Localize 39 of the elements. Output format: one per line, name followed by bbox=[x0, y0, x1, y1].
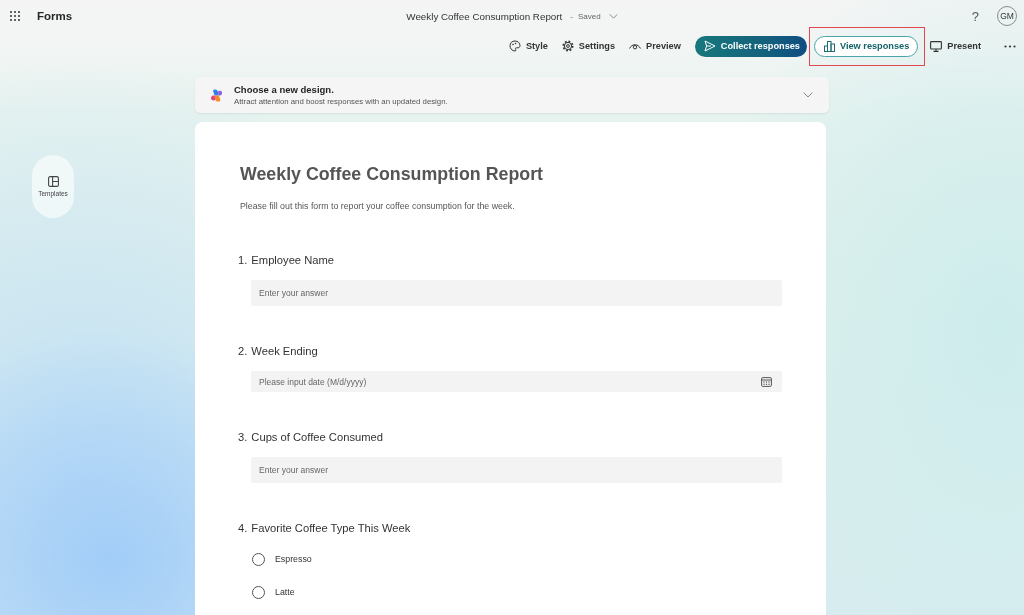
option-label[interactable]: Latte bbox=[275, 587, 295, 597]
logo-icon bbox=[210, 88, 223, 102]
toolbar-button[interactable]: Present bbox=[930, 40, 981, 52]
toolbar-button[interactable]: Style bbox=[508, 40, 548, 52]
calendar-icon[interactable] bbox=[761, 376, 772, 387]
send-icon bbox=[703, 40, 716, 52]
title-separator: - bbox=[570, 11, 573, 21]
question-number: 4. bbox=[238, 522, 248, 534]
app-launcher-icon[interactable] bbox=[10, 11, 20, 21]
help-button[interactable]: ? bbox=[971, 8, 979, 24]
question-number: 2. bbox=[238, 345, 248, 357]
layout-icon bbox=[47, 176, 59, 187]
question-number: 3. bbox=[238, 431, 248, 443]
palette-icon bbox=[508, 40, 521, 52]
question-title: Cups of Coffee Consumed bbox=[251, 431, 383, 443]
gear-icon bbox=[561, 40, 574, 52]
toolbar-button[interactable]: Settings bbox=[561, 40, 616, 52]
banner-title: Choose a new design. bbox=[234, 84, 335, 95]
monitor-icon bbox=[930, 40, 943, 52]
app-name[interactable]: Forms bbox=[37, 10, 73, 22]
more-icon[interactable] bbox=[1004, 44, 1016, 48]
document-title[interactable]: Weekly Coffee Consumption Report bbox=[406, 10, 563, 22]
view-responses-button[interactable]: View responses bbox=[814, 35, 919, 57]
option-label[interactable]: Espresso bbox=[275, 554, 312, 564]
question-title: Employee Name bbox=[251, 254, 335, 266]
form-title: Weekly Coffee Consumption Report bbox=[240, 163, 544, 186]
question-title: Week Ending bbox=[251, 345, 318, 357]
date-field[interactable]: Please input date (M/d/yyyy) bbox=[251, 371, 782, 392]
answer-field[interactable]: Enter your answer bbox=[251, 457, 782, 483]
question-number: 1. bbox=[238, 254, 248, 266]
toolbar-button[interactable]: Preview bbox=[629, 41, 681, 51]
save-status: Saved bbox=[577, 11, 601, 21]
collect-responses-button[interactable]: Collect responses bbox=[694, 35, 807, 57]
answer-field[interactable]: Enter your answer bbox=[251, 280, 782, 306]
question-title: Favorite Coffee Type This Week bbox=[251, 522, 411, 534]
eye-icon bbox=[629, 42, 642, 50]
form-description: Please fill out this form to report your coffee consumption for the week. bbox=[240, 200, 516, 212]
bar-chart-icon bbox=[824, 40, 835, 52]
chevron-down-icon[interactable] bbox=[803, 92, 813, 98]
